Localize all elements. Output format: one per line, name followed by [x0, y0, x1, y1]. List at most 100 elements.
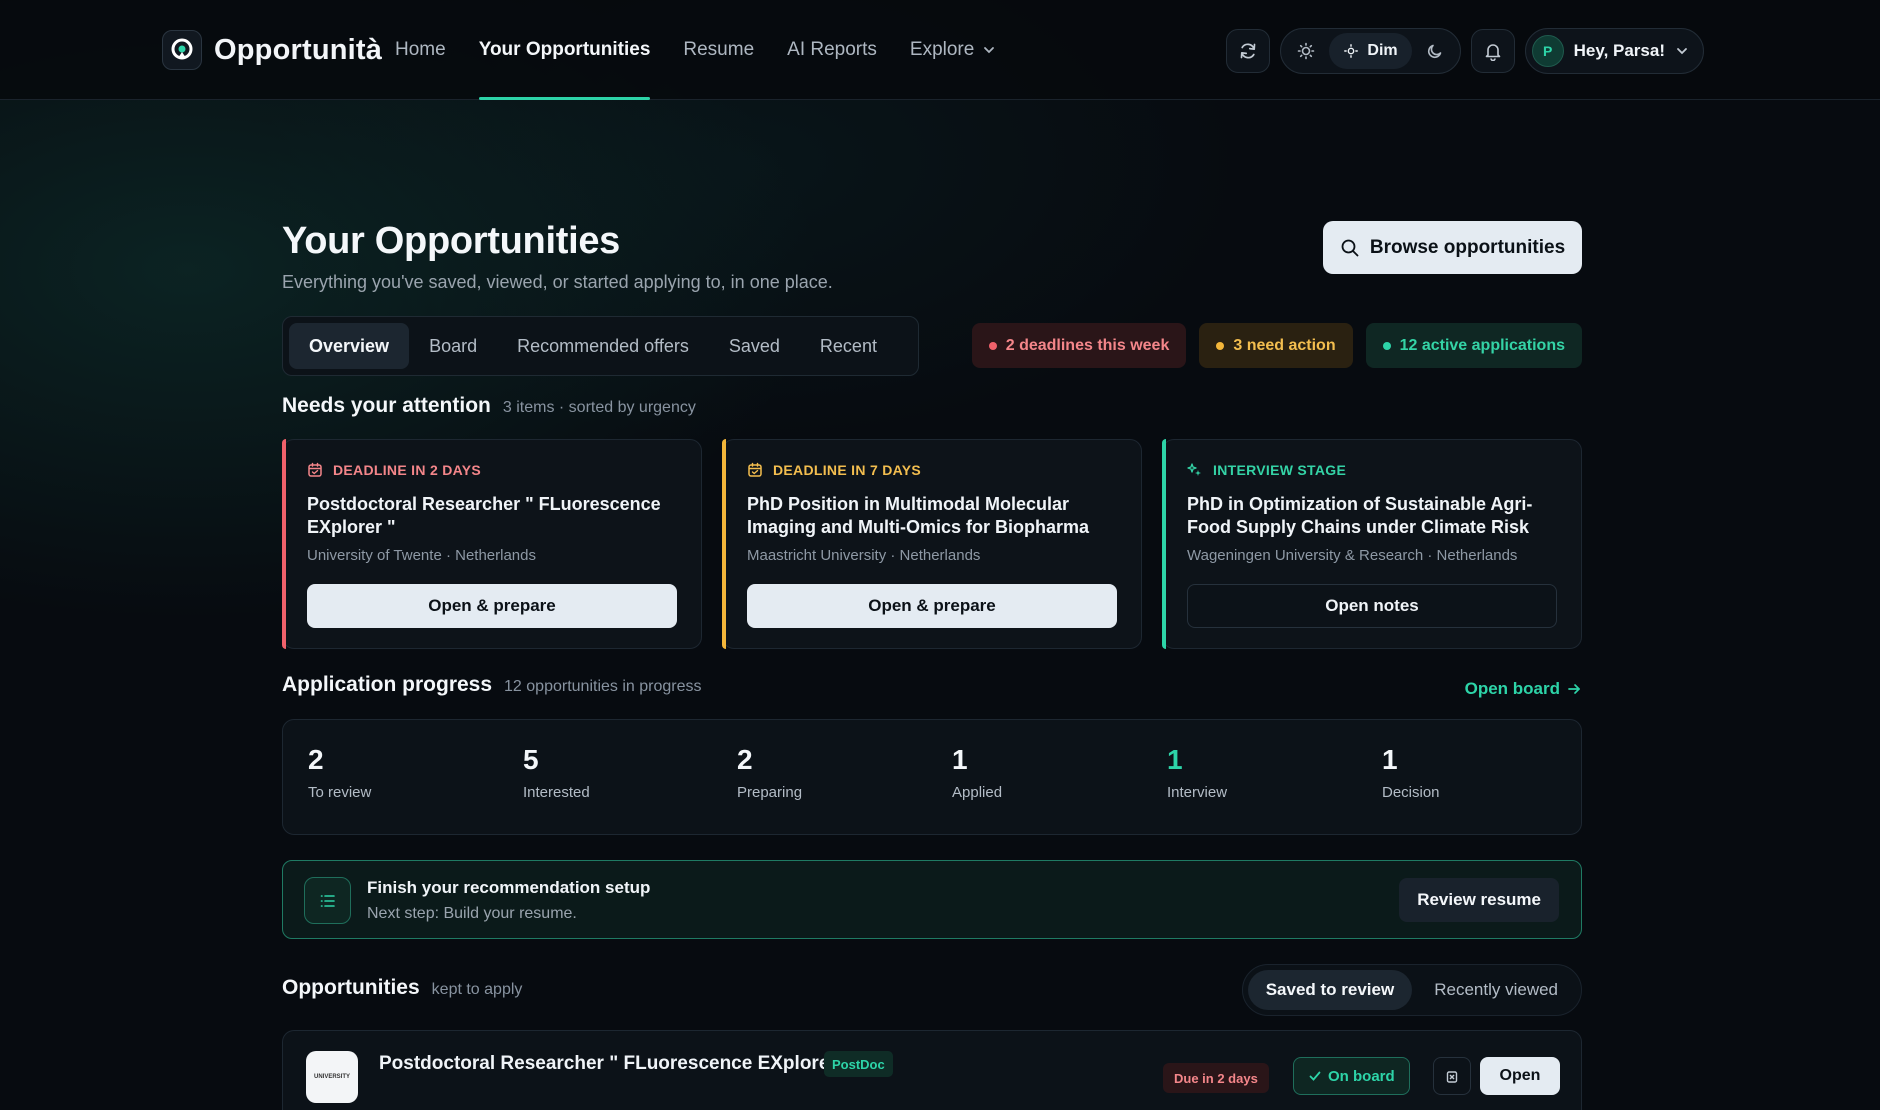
nav-link-ai-reports[interactable]: AI Reports: [787, 0, 877, 100]
stage-count: 2: [737, 744, 753, 775]
tab-overview[interactable]: Overview: [289, 323, 410, 369]
opportunities-title: Opportunities: [282, 976, 420, 999]
stage-label: Interview: [1167, 784, 1228, 801]
check-icon: [1309, 1071, 1321, 1081]
brand[interactable]: Opportunità: [162, 30, 382, 70]
urgency-stripe: [282, 439, 286, 649]
review-resume-button[interactable]: Review resume: [1399, 878, 1559, 922]
tab-saved[interactable]: Saved: [709, 323, 800, 369]
browse-opportunities-label: Browse opportunities: [1369, 236, 1566, 258]
setup-title: Finish your recommendation setup: [367, 878, 651, 897]
opportunities-filter: Saved to review Recently viewed: [1241, 964, 1582, 1016]
stage-to-review[interactable]: 2 To review: [308, 744, 371, 801]
stage-label: Applied: [952, 784, 1003, 801]
nav-link-your-opportunities[interactable]: Your Opportunities: [478, 0, 650, 100]
deadlines-badge[interactable]: 2 deadlines this week: [971, 323, 1187, 368]
brand-name: Opportunità: [214, 33, 383, 66]
progress-meta: 12 opportunities in progress: [504, 678, 702, 695]
remove-button[interactable]: [1433, 1057, 1471, 1095]
attention-card-institution: Maastricht University · Netherlands: [747, 547, 981, 564]
setup-subtitle: Next step: Build your resume.: [367, 905, 577, 922]
stage-decision[interactable]: 1 Decision: [1382, 744, 1440, 801]
status-dot: [1216, 341, 1225, 350]
summary-badges: 2 deadlines this week 3 need action 12 a…: [971, 323, 1582, 368]
sparkle-icon: [1187, 463, 1201, 476]
open-prepare-button[interactable]: Open & prepare: [307, 584, 677, 628]
nav-link-explore-label: Explore: [909, 39, 975, 60]
interview-tag-label: INTERVIEW STAGE: [1213, 462, 1347, 478]
stage-interested[interactable]: 5 Interested: [523, 744, 590, 801]
theme-switcher: Dim: [1280, 28, 1461, 74]
open-notes-button[interactable]: Open notes: [1187, 584, 1557, 628]
opportunity-type-badge: PostDoc: [824, 1051, 893, 1077]
stage-preparing[interactable]: 2 Preparing: [737, 744, 802, 801]
tab-board[interactable]: Board: [409, 323, 497, 369]
theme-dim-option[interactable]: Dim: [1329, 33, 1412, 69]
stage-count: 1: [1382, 744, 1398, 775]
due-badge: Due in 2 days: [1163, 1063, 1269, 1093]
progress-header: Application progress 12 opportunities in…: [282, 673, 701, 697]
filter-saved-to-review[interactable]: Saved to review: [1247, 970, 1413, 1010]
refresh-icon: [1241, 43, 1256, 59]
trash-icon: [1446, 1071, 1458, 1083]
browse-opportunities-button[interactable]: Browse opportunities: [1323, 221, 1582, 274]
open-opportunity-button[interactable]: Open: [1480, 1057, 1560, 1095]
deadline-tag: DEADLINE IN 2 DAYS: [307, 462, 481, 478]
urgency-stripe: [1162, 439, 1166, 649]
notifications-button[interactable]: [1470, 29, 1515, 73]
sun-icon: [1298, 42, 1315, 60]
need-action-badge[interactable]: 3 need action: [1199, 323, 1353, 368]
nav-link-explore[interactable]: Explore: [910, 0, 996, 100]
stage-label: To review: [308, 784, 372, 801]
on-board-label: On board: [1328, 1067, 1395, 1085]
search-icon: [1341, 239, 1359, 256]
user-menu[interactable]: P Hey, Parsa!: [1524, 28, 1704, 74]
arrow-right-icon: [1568, 684, 1580, 694]
active-applications-badge-label: 12 active applications: [1399, 336, 1565, 354]
tab-recommended-offers[interactable]: Recommended offers: [497, 323, 709, 369]
on-board-button[interactable]: On board: [1293, 1057, 1410, 1095]
status-dot: [1382, 341, 1391, 350]
theme-dark-option[interactable]: [1418, 34, 1452, 68]
attention-card-title: Postdoctoral Researcher " FLuorescence E…: [307, 494, 661, 537]
open-board-link[interactable]: Open board: [1465, 679, 1582, 699]
urgency-stripe: [722, 439, 726, 649]
stage-count: 1: [1167, 744, 1183, 775]
chevron-down-icon: [982, 43, 996, 57]
attention-card: DEADLINE IN 7 DAYS PhD Position in Multi…: [722, 439, 1142, 649]
deadlines-badge-label: 2 deadlines this week: [1005, 336, 1170, 354]
stage-applied[interactable]: 1 Applied: [952, 744, 1002, 801]
attention-header: Needs your attention 3 items · sorted by…: [282, 394, 696, 418]
moon-icon: [1427, 44, 1441, 59]
stage-count: 2: [308, 744, 324, 775]
theme-light-option[interactable]: [1289, 34, 1323, 68]
theme-dim-label: Dim: [1367, 42, 1398, 59]
recommendation-setup-banner: Finish your recommendation setup Next st…: [282, 860, 1582, 939]
attention-title: Needs your attention: [282, 394, 491, 417]
open-prepare-button[interactable]: Open & prepare: [747, 584, 1117, 628]
opportunities-meta: kept to apply: [431, 981, 523, 998]
stage-label: Decision: [1382, 784, 1440, 801]
opportunity-title: Postdoctoral Researcher " FLuorescence E…: [379, 1053, 852, 1074]
stage-interview[interactable]: 1 Interview: [1167, 744, 1227, 801]
refresh-button[interactable]: [1226, 29, 1271, 73]
stage-count: 1: [952, 744, 968, 775]
list-icon: [304, 877, 351, 924]
opportunity-row[interactable]: UNIVERSITY Postdoctoral Researcher " FLu…: [282, 1030, 1582, 1110]
top-navbar: Opportunità Home Your Opportunities Resu…: [0, 0, 1880, 100]
need-action-badge-label: 3 need action: [1233, 336, 1336, 354]
attention-card: INTERVIEW STAGE PhD in Optimization of S…: [1162, 439, 1582, 649]
filter-recently-viewed[interactable]: Recently viewed: [1416, 970, 1576, 1010]
stage-label: Interested: [523, 784, 590, 801]
interview-tag: INTERVIEW STAGE: [1187, 462, 1346, 478]
brand-logo-icon: [162, 30, 202, 70]
page-title: Your Opportunities: [282, 220, 620, 262]
nav-link-resume[interactable]: Resume: [683, 0, 754, 100]
chevron-down-icon: [1677, 48, 1687, 55]
progress-stages: 2 To review 5 Interested 2 Preparing 1 A…: [282, 719, 1582, 835]
active-applications-badge[interactable]: 12 active applications: [1365, 323, 1582, 368]
nav-actions: Dim P Hey, Parsa!: [1226, 28, 1704, 74]
attention-meta: 3 items · sorted by urgency: [502, 399, 696, 416]
tab-recent[interactable]: Recent: [800, 323, 897, 369]
nav-link-home[interactable]: Home: [395, 0, 446, 100]
